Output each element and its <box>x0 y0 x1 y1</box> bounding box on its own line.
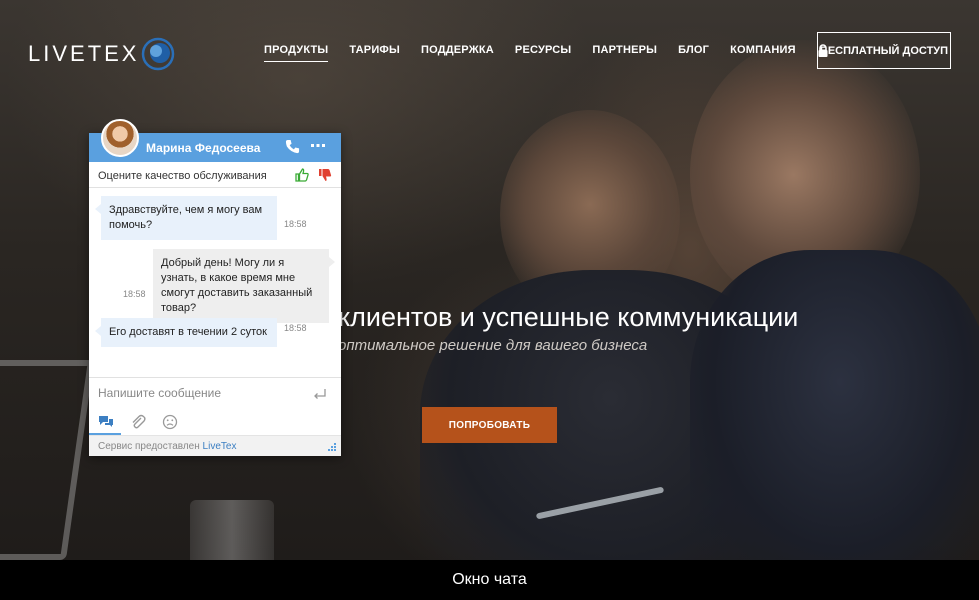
chat-header[interactable]: Марина Федосеева <box>89 119 341 162</box>
chat-message-agent: Здравствуйте, чем я могу вам помочь? <box>95 196 277 240</box>
agent-avatar <box>101 119 139 157</box>
person-right-body <box>690 250 979 560</box>
phone-icon[interactable] <box>285 139 300 154</box>
resize-icon[interactable] <box>327 442 337 452</box>
nav-item-company[interactable]: КОМПАНИЯ <box>730 44 796 62</box>
agent-name: Марина Федосеева <box>146 141 261 155</box>
hero-subtitle: оптимальное решение для вашего бизнеса <box>338 337 648 354</box>
try-button[interactable]: ПОПРОБОВАТЬ <box>422 407 557 443</box>
chat-message-agent: Его доставят в течении 2 суток <box>95 318 277 347</box>
hero-title: клиентов и успешные коммуникации <box>338 302 799 332</box>
nav-item-products[interactable]: ПРОДУКТЫ <box>264 44 329 62</box>
chat-message-user: Добрый день! Могу ли я узнать, в какое в… <box>153 249 335 323</box>
chat-toolbar <box>89 411 341 435</box>
message-time: 18:58 <box>284 323 307 333</box>
nav-item-partners[interactable]: ПАРТНЕРЫ <box>592 44 657 62</box>
laptop-edge <box>0 360 95 560</box>
chat-bubbles-icon[interactable] <box>97 413 115 431</box>
enter-icon[interactable] <box>313 388 327 400</box>
water-glass <box>190 500 274 560</box>
sad-face-icon[interactable] <box>161 413 179 431</box>
nav-item-pricing[interactable]: ТАРИФЫ <box>349 44 400 62</box>
hero-background: LIVETEX ПРОДУКТЫ ТАРИФЫ ПОДДЕРЖКА РЕСУРС… <box>0 0 979 560</box>
thumb-down-icon[interactable] <box>318 168 332 182</box>
caption: Окно чата <box>452 571 527 588</box>
main-nav: ПРОДУКТЫ ТАРИФЫ ПОДДЕРЖКА РЕСУРСЫ ПАРТНЕ… <box>264 44 829 62</box>
thumb-up-icon[interactable] <box>295 168 309 182</box>
message-time: 18:58 <box>284 219 307 229</box>
rating-bar: Оцените качество обслуживания <box>89 162 341 188</box>
chat-footer: Сервис предоставлен LiveTex <box>89 435 341 456</box>
free-access-button[interactable]: БЕСПЛАТНЫЙ ДОСТУП <box>817 32 951 69</box>
paperclip-icon[interactable] <box>129 413 147 431</box>
rating-prompt: Оцените качество обслуживания <box>98 170 267 182</box>
nav-item-resources[interactable]: РЕСУРСЫ <box>515 44 572 62</box>
more-icon[interactable] <box>310 138 326 152</box>
footer-brand-link[interactable]: LiveTex <box>203 441 237 452</box>
message-time: 18:58 <box>123 289 146 299</box>
footer-text: Сервис предоставлен LiveTex <box>98 441 236 452</box>
nav-item-support[interactable]: ПОДДЕРЖКА <box>421 44 494 62</box>
logo[interactable]: LIVETEX <box>28 37 175 71</box>
nav-item-blog[interactable]: БЛОГ <box>678 44 709 62</box>
logo-mark-icon <box>142 37 175 71</box>
caption-bar: Окно чата <box>0 560 979 600</box>
message-input[interactable] <box>98 386 308 400</box>
message-input-area <box>89 377 341 411</box>
footer-prefix: Сервис предоставлен <box>98 441 203 452</box>
chat-widget: Марина Федосеева Оцените качество обслуж… <box>89 119 341 456</box>
logo-text: LIVETEX <box>28 41 140 66</box>
